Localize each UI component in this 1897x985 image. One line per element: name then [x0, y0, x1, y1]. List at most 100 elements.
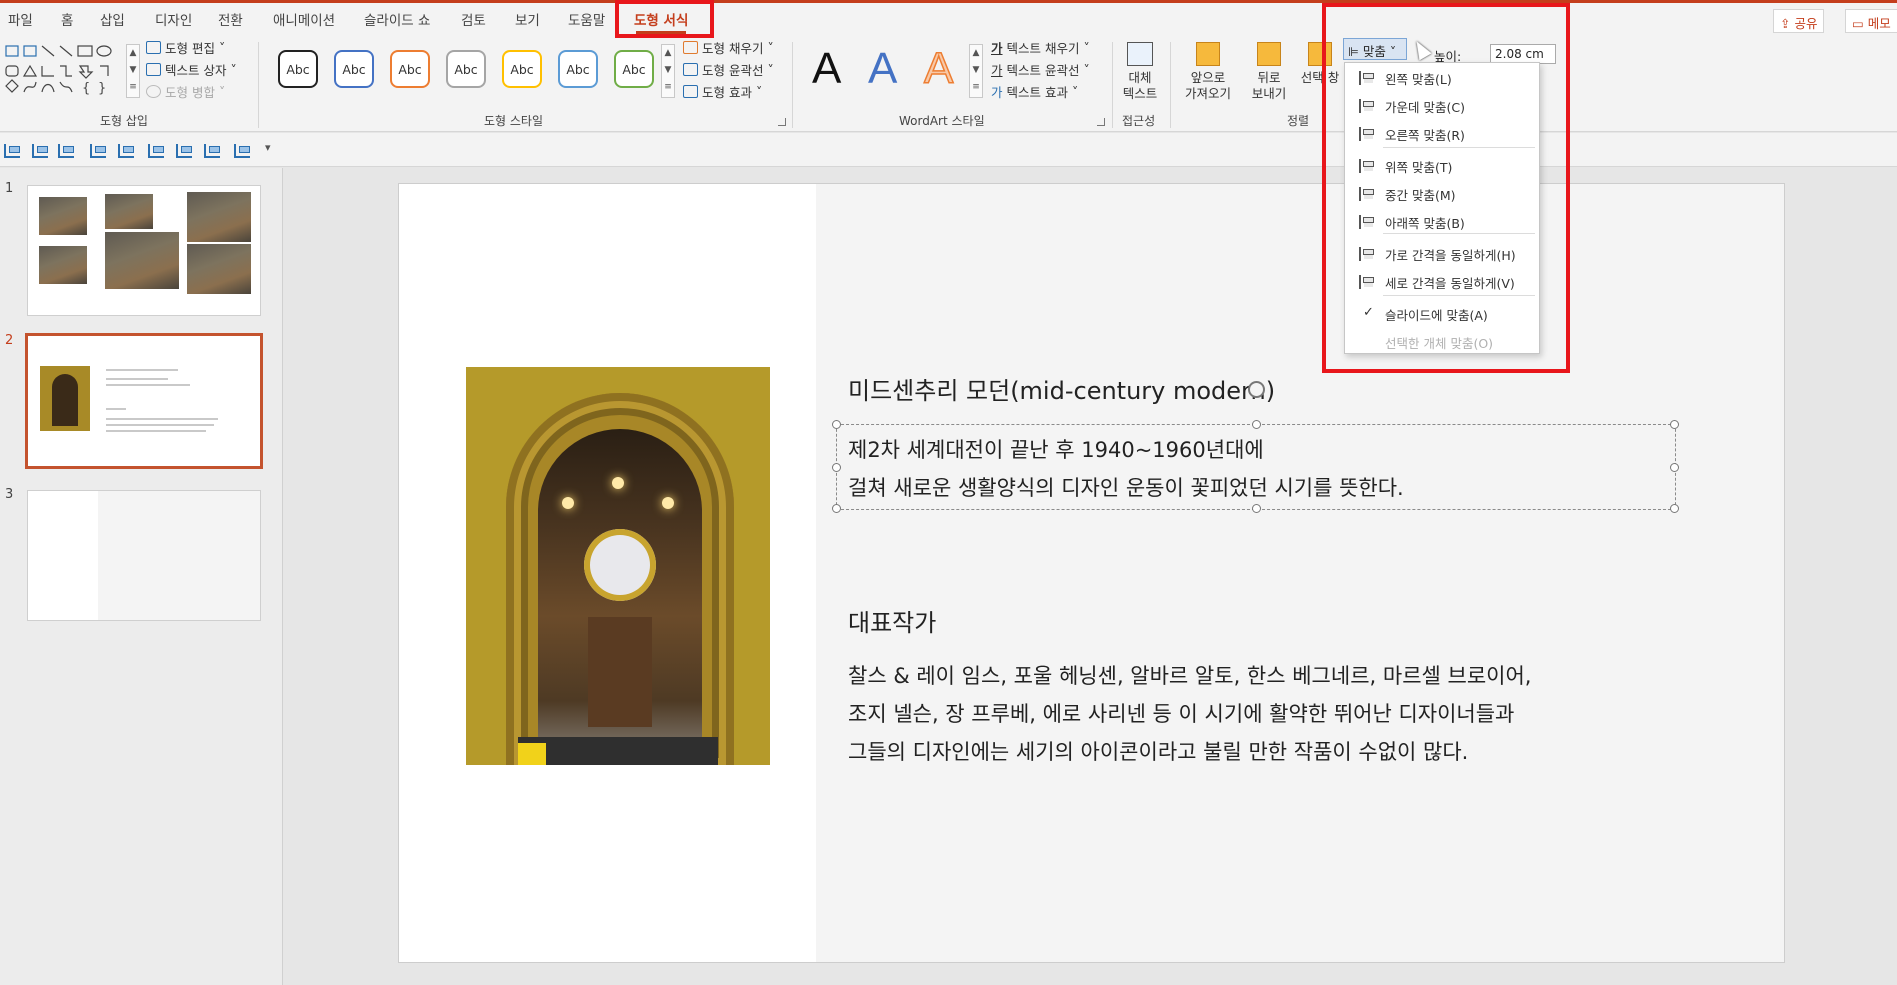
tab-help[interactable]: 도움말 [568, 9, 605, 29]
comments-button[interactable]: ▭ 메모 [1845, 9, 1897, 33]
rotate-handle-icon[interactable] [1248, 381, 1265, 398]
thumbnail-photo [39, 246, 87, 284]
wordart-scroll[interactable]: ▲ ▼ ≡ [969, 44, 983, 98]
merge-shapes-button[interactable]: 도형 병합 ˅ [146, 82, 225, 101]
wordart-style-preset[interactable]: A [868, 44, 897, 94]
shapes-gallery-scroll[interactable]: ▲ ▼ ≡ [126, 44, 140, 98]
resize-handle[interactable] [1252, 504, 1261, 513]
group-label-arrange: 정렬 [1287, 114, 1310, 128]
tab-view[interactable]: 보기 [515, 9, 540, 29]
shape-style-preset[interactable]: Abc [278, 50, 318, 88]
annotation-highlight-menu [1322, 3, 1570, 373]
text-fill-button[interactable]: 가 텍스트 채우기 ˅ [991, 38, 1090, 57]
text-effects-button[interactable]: 가 텍스트 효과 ˅ [991, 82, 1078, 101]
ungroup-icon[interactable] [234, 144, 250, 158]
shape-effects-label: 도형 효과 [702, 85, 752, 100]
group-icon[interactable] [204, 144, 220, 158]
send-backward-button[interactable]: 뒤로 보내기 [1244, 42, 1294, 102]
shape-styles-dialog-launcher[interactable] [778, 118, 786, 126]
align-middle-icon[interactable] [58, 144, 74, 158]
shape-style-preset[interactable]: Abc [558, 50, 598, 88]
group-label-wordart: WordArt 스타일 [899, 114, 985, 128]
share-button[interactable]: ⇪ 공유 [1773, 9, 1825, 33]
edit-shape-button[interactable]: 도형 편집 ˅ [146, 38, 225, 57]
thumbnail-background [98, 491, 260, 620]
paint-bucket-icon [683, 41, 698, 54]
merge-shapes-label: 도형 병합 [165, 85, 215, 100]
resize-handle[interactable] [1670, 463, 1679, 472]
slide-thumbnail-2[interactable] [25, 333, 263, 469]
tab-slideshow[interactable]: 슬라이드 쇼 [364, 9, 430, 29]
wordart-dialog-launcher[interactable] [1097, 118, 1105, 126]
shape-styles-scroll[interactable]: ▲ ▼ ≡ [661, 44, 675, 98]
thumbnail-photo [105, 232, 179, 289]
resize-handle[interactable] [832, 420, 841, 429]
tab-design[interactable]: 디자인 [155, 9, 192, 29]
svg-text:}: } [98, 81, 106, 96]
align-icon[interactable] [4, 144, 20, 158]
shape-style-preset[interactable]: Abc [390, 50, 430, 88]
shape-fill-label: 도형 채우기 [702, 41, 764, 56]
tab-transitions[interactable]: 전환 [218, 9, 243, 29]
annotation-highlight-tab [615, 0, 714, 38]
share-icon: ⇪ [1780, 16, 1795, 31]
tab-file[interactable]: 파일 [8, 9, 33, 29]
designers-heading[interactable]: 대표작가 [848, 603, 936, 638]
shape-style-preset[interactable]: Abc [502, 50, 542, 88]
chevron-down-icon: ˅ [767, 62, 774, 77]
text-box-label: 텍스트 상자 [165, 63, 227, 78]
shapes-gallery[interactable]: {} [4, 42, 126, 98]
alt-text-label-line2: 텍스트 [1122, 86, 1158, 101]
ribbon-separator [258, 42, 259, 128]
resize-handle[interactable] [1670, 420, 1679, 429]
wordart-style-preset[interactable]: A [923, 43, 954, 94]
chevron-down-icon: ˅ [1083, 62, 1090, 77]
align-bottom-icon[interactable] [90, 144, 106, 158]
menu-bar: 파일 홈 삽입 디자인 전환 애니메이션 슬라이드 쇼 검토 보기 도움말 도형… [0, 0, 1897, 36]
slide-canvas[interactable]: 미드센추리 모던(mid-century modern) 제2차 세계대전이 끝… [398, 183, 1785, 963]
thumbnail-text-line [106, 378, 168, 380]
powerpoint-window: 파일 홈 삽입 디자인 전환 애니메이션 슬라이드 쇼 검토 보기 도움말 도형… [0, 0, 1897, 985]
chevron-down-icon: ˅ [1083, 40, 1090, 55]
slide-thumbnail-pane: 1 2 3 [0, 168, 283, 985]
tab-home[interactable]: 홈 [61, 9, 73, 29]
thumbnail-number: 3 [5, 487, 14, 502]
customize-qat-icon[interactable]: ▾ [265, 141, 271, 154]
pen-icon [683, 63, 698, 76]
wordart-style-preset[interactable]: A [812, 44, 841, 94]
text-box-button[interactable]: 텍스트 상자 ˅ [146, 60, 237, 79]
bring-forward-button[interactable]: 앞으로 가져오기 [1178, 42, 1238, 102]
align-top-icon[interactable] [176, 144, 192, 158]
alt-text-button[interactable]: 대체 텍스트 [1120, 42, 1160, 102]
interior-arch-photo[interactable] [466, 367, 770, 765]
thumbnail-number-selected: 2 [5, 333, 14, 348]
edit-shape-label: 도형 편집 [165, 41, 215, 56]
slide-thumbnail-3[interactable] [27, 490, 261, 621]
align-left-icon[interactable] [148, 144, 164, 158]
tab-review[interactable]: 검토 [461, 9, 486, 29]
group-label-shape-styles: 도형 스타일 [484, 114, 544, 128]
text-effects-label: 텍스트 효과 [1006, 85, 1068, 100]
text-outline-button[interactable]: 가 텍스트 윤곽선 ˅ [991, 60, 1090, 79]
shape-outline-button[interactable]: 도형 윤곽선 ˅ [683, 60, 774, 79]
shape-effects-button[interactable]: 도형 효과 ˅ [683, 82, 762, 101]
shape-style-preset[interactable]: Abc [334, 50, 374, 88]
tab-animations[interactable]: 애니메이션 [273, 9, 335, 29]
shape-style-preset[interactable]: Abc [446, 50, 486, 88]
resize-handle[interactable] [1670, 504, 1679, 513]
tab-insert[interactable]: 삽입 [100, 9, 125, 29]
slide-title[interactable]: 미드센추리 모던(mid-century modern) [848, 371, 1275, 406]
align-right-icon[interactable] [118, 144, 134, 158]
align-center-icon[interactable] [32, 144, 48, 158]
bring-forward-line2: 가져오기 [1184, 86, 1231, 101]
resize-handle[interactable] [1252, 420, 1261, 429]
send-backward-line1: 뒤로 [1257, 70, 1281, 85]
resize-handle[interactable] [832, 463, 841, 472]
thumbnail-number: 1 [5, 181, 14, 196]
shape-fill-button[interactable]: 도형 채우기 ˅ [683, 38, 774, 57]
resize-handle[interactable] [832, 504, 841, 513]
chevron-down-icon: ˅ [1072, 84, 1079, 99]
slide-thumbnail-1[interactable] [27, 185, 261, 316]
thumbnail-text-line [106, 418, 218, 420]
shape-style-preset[interactable]: Abc [614, 50, 654, 88]
